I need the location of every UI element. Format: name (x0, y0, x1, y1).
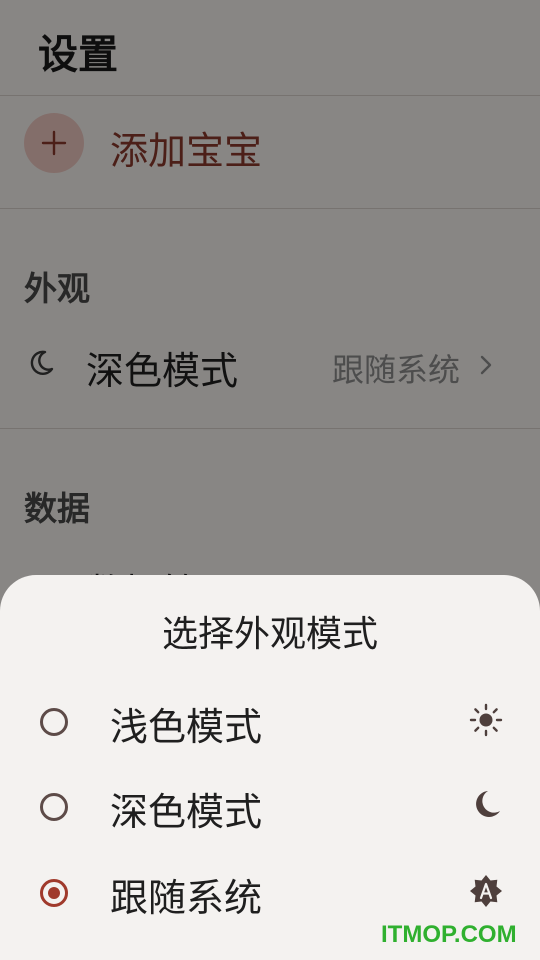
option-label: 跟随系统 (110, 876, 263, 920)
option-label: 深色模式 (110, 790, 263, 834)
sun-icon (469, 703, 503, 737)
appearance-bottom-sheet: 选择外观模式 浅色模式 深色模式 跟随系统 (0, 575, 540, 960)
option-light-mode[interactable]: 浅色模式 (0, 688, 540, 758)
option-label: 浅色模式 (110, 705, 263, 749)
radio-dark-mode[interactable] (40, 793, 68, 821)
option-dark-mode[interactable]: 深色模式 (0, 773, 540, 843)
sheet-title: 选择外观模式 (161, 614, 378, 655)
auto-brightness-icon (470, 875, 502, 907)
moon-icon (476, 791, 500, 817)
radio-follow-system[interactable] (40, 879, 68, 907)
option-follow-system[interactable]: 跟随系统 (0, 859, 540, 929)
radio-light-mode[interactable] (40, 708, 68, 736)
watermark: ITMOP.COM (381, 921, 517, 948)
